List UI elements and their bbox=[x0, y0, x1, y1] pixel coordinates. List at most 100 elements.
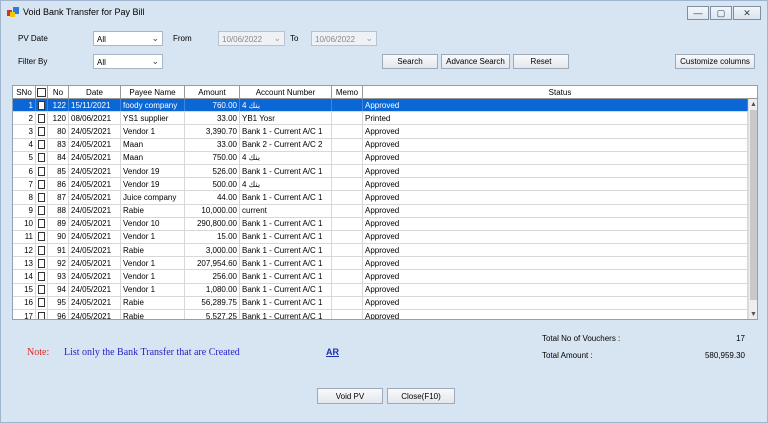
title-bar[interactable]: Void Bank Transfer for Pay Bill — ▢ ✕ bbox=[1, 1, 767, 23]
cell-date: 24/05/2021 bbox=[69, 178, 121, 191]
row-checkbox[interactable] bbox=[38, 245, 45, 255]
cell-no: 95 bbox=[48, 296, 69, 309]
cell-checkbox[interactable] bbox=[36, 151, 48, 164]
cell-checkbox[interactable] bbox=[36, 310, 48, 319]
table-row[interactable]: 5 84 24/05/2021 Maan 750.00 بنك 4 Approved bbox=[13, 151, 748, 165]
cell-payee: Vendor 19 bbox=[121, 164, 185, 178]
cell-status: Approved bbox=[363, 257, 748, 270]
cell-checkbox[interactable] bbox=[36, 164, 48, 178]
cell-payee: Vendor 1 bbox=[121, 257, 185, 270]
table-row[interactable]: 16 95 24/05/2021 Rabie 56,289.75 Bank 1 - Cur… bbox=[13, 296, 748, 310]
cell-sno: 6 bbox=[13, 164, 36, 178]
cell-checkbox[interactable] bbox=[36, 138, 48, 151]
row-checkbox[interactable] bbox=[38, 166, 45, 176]
select-all-checkbox[interactable] bbox=[37, 88, 46, 97]
row-checkbox[interactable] bbox=[38, 206, 45, 216]
customize-columns-button[interactable]: Customize columns bbox=[675, 54, 755, 69]
cell-no: 90 bbox=[48, 230, 69, 244]
scroll-down-icon[interactable]: ▼ bbox=[749, 309, 757, 319]
table-row[interactable]: 2 120 08/06/2021 YS1 supplier 33.00 YB1 Yosr P… bbox=[13, 112, 748, 126]
cell-status: Approved bbox=[363, 204, 748, 217]
table-row[interactable]: 13 92 24/05/2021 Vendor 1 207,954.60 Bank 1 -… bbox=[13, 257, 748, 271]
maximize-button[interactable]: ▢ bbox=[710, 6, 732, 20]
scroll-thumb[interactable] bbox=[750, 110, 757, 300]
cell-checkbox[interactable] bbox=[36, 230, 48, 244]
table-row[interactable]: 17 96 24/05/2021 Rabie 5,527.25 Bank 1 - Curr… bbox=[13, 310, 748, 319]
table-row[interactable]: 12 91 24/05/2021 Rabie 3,000.00 Bank 1 - Curr… bbox=[13, 244, 748, 258]
table-row[interactable]: 9 88 24/05/2021 Rabie 10,000.00 current Approv… bbox=[13, 204, 748, 218]
cell-checkbox[interactable] bbox=[36, 204, 48, 217]
cell-checkbox[interactable] bbox=[36, 178, 48, 191]
cell-no: 120 bbox=[48, 112, 69, 125]
total-vouchers-label: Total No of Vouchers : bbox=[542, 334, 621, 343]
row-checkbox[interactable] bbox=[38, 285, 45, 295]
table-row[interactable]: 4 83 24/05/2021 Maan 33.00 Bank 2 - Current A… bbox=[13, 138, 748, 152]
column-header-memo[interactable]: Memo bbox=[332, 86, 363, 99]
column-header-select-all[interactable] bbox=[36, 86, 48, 99]
cell-checkbox[interactable] bbox=[36, 270, 48, 283]
column-header-sno[interactable]: SNo bbox=[13, 86, 36, 99]
void-pv-button[interactable]: Void PV bbox=[317, 388, 383, 404]
table-row[interactable]: 10 89 24/05/2021 Vendor 10 290,800.00 Bank 1 … bbox=[13, 217, 748, 231]
pv-date-select[interactable]: All ⌄ bbox=[93, 31, 163, 46]
search-button[interactable]: Search bbox=[382, 54, 438, 69]
column-header-no[interactable]: No bbox=[48, 86, 69, 99]
row-checkbox[interactable] bbox=[38, 258, 45, 268]
row-checkbox[interactable] bbox=[38, 298, 45, 308]
cell-checkbox[interactable] bbox=[36, 125, 48, 138]
vertical-scrollbar[interactable]: ▲ ▼ bbox=[748, 99, 757, 319]
column-header-date[interactable]: Date bbox=[69, 86, 121, 99]
cell-payee: Vendor 19 bbox=[121, 178, 185, 191]
advance-search-button[interactable]: Advance Search bbox=[441, 54, 510, 69]
cell-memo bbox=[332, 296, 363, 309]
cell-checkbox[interactable] bbox=[36, 244, 48, 257]
cell-status: Printed bbox=[363, 112, 748, 125]
table-row[interactable]: 14 93 24/05/2021 Vendor 1 256.00 Bank 1 - Cur… bbox=[13, 270, 748, 284]
cell-checkbox[interactable] bbox=[36, 191, 48, 204]
row-checkbox[interactable] bbox=[38, 179, 45, 189]
voucher-grid[interactable]: SNo No Date Payee Name Amount Account Nu… bbox=[12, 85, 758, 320]
ar-link[interactable]: AR bbox=[326, 347, 339, 357]
column-header-account[interactable]: Account Number bbox=[240, 86, 332, 99]
cell-checkbox[interactable] bbox=[36, 217, 48, 230]
table-row[interactable]: 7 86 24/05/2021 Vendor 19 500.00 بنك 4 Approve… bbox=[13, 178, 748, 192]
cell-checkbox[interactable] bbox=[36, 99, 48, 112]
close-button[interactable]: Close(F10) bbox=[387, 388, 455, 404]
close-window-button[interactable]: ✕ bbox=[733, 6, 761, 20]
minimize-button[interactable]: — bbox=[687, 6, 709, 20]
table-row[interactable]: 11 90 24/05/2021 Vendor 1 15.00 Bank 1 - Curr… bbox=[13, 230, 748, 245]
cell-sno: 13 bbox=[13, 257, 36, 270]
row-checkbox[interactable] bbox=[38, 272, 45, 282]
cell-checkbox[interactable] bbox=[36, 257, 48, 270]
table-row[interactable]: 8 87 24/05/2021 Juice company 44.00 Bank 1 - … bbox=[13, 191, 748, 205]
cell-memo bbox=[332, 178, 363, 191]
cell-checkbox[interactable] bbox=[36, 112, 48, 125]
column-header-amount[interactable]: Amount bbox=[185, 86, 240, 99]
table-row[interactable]: 1 122 15/11/2021 foody company 760.00 بنك 4 Ap… bbox=[13, 99, 748, 113]
column-header-status[interactable]: Status bbox=[363, 86, 757, 99]
row-checkbox[interactable] bbox=[38, 232, 45, 242]
cell-memo bbox=[332, 164, 363, 178]
cell-memo bbox=[332, 217, 363, 230]
row-checkbox[interactable] bbox=[38, 126, 45, 136]
scroll-up-icon[interactable]: ▲ bbox=[749, 99, 757, 109]
cell-checkbox[interactable] bbox=[36, 283, 48, 296]
table-row[interactable]: 6 85 24/05/2021 Vendor 19 526.00 Bank 1 - Cur… bbox=[13, 164, 748, 179]
row-checkbox[interactable] bbox=[38, 219, 45, 229]
row-checkbox[interactable] bbox=[38, 153, 45, 163]
to-date-input[interactable]: 10/06/2022 ⌄ bbox=[311, 31, 377, 46]
table-row[interactable]: 3 80 24/05/2021 Vendor 1 3,390.70 Bank 1 - Cu… bbox=[13, 125, 748, 139]
table-row[interactable]: 15 94 24/05/2021 Vendor 1 1,080.00 Bank 1 - C… bbox=[13, 283, 748, 297]
row-checkbox[interactable] bbox=[38, 311, 45, 319]
cell-memo bbox=[332, 125, 363, 138]
row-checkbox[interactable] bbox=[38, 100, 45, 110]
cell-payee: Rabie bbox=[121, 244, 185, 257]
row-checkbox[interactable] bbox=[38, 113, 45, 123]
reset-button[interactable]: Reset bbox=[513, 54, 569, 69]
cell-checkbox[interactable] bbox=[36, 296, 48, 309]
filter-by-select[interactable]: All ⌄ bbox=[93, 54, 163, 69]
row-checkbox[interactable] bbox=[38, 192, 45, 202]
from-date-input[interactable]: 10/06/2022 ⌄ bbox=[218, 31, 285, 46]
row-checkbox[interactable] bbox=[38, 140, 45, 150]
column-header-payee[interactable]: Payee Name bbox=[121, 86, 185, 99]
